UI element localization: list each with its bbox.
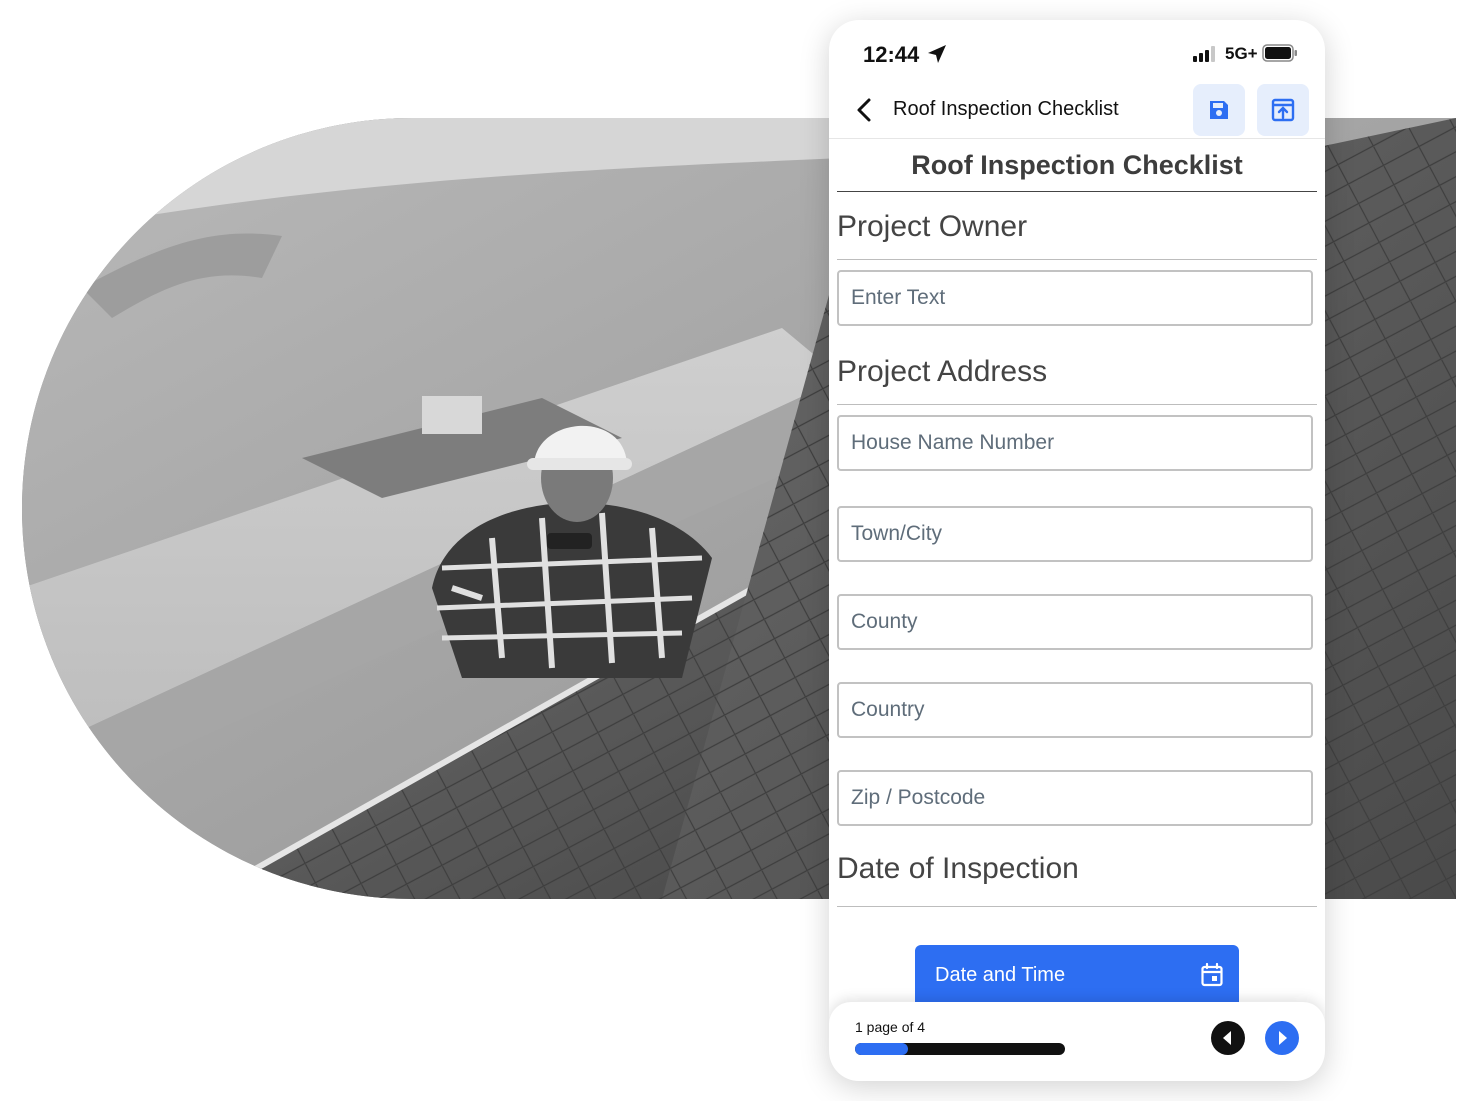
chevron-left-icon: [857, 98, 871, 122]
app-bar-divider: [829, 138, 1325, 139]
page-progress-fill: [855, 1043, 908, 1055]
back-button[interactable]: [853, 96, 877, 124]
date-time-button[interactable]: Date and Time: [915, 945, 1239, 1005]
zip-postcode-input[interactable]: [837, 770, 1313, 826]
circle-arrow-left-icon: [1223, 1031, 1231, 1045]
app-bar: Roof Inspection Checklist: [829, 82, 1325, 138]
status-bar: 12:44 5G+: [829, 20, 1325, 90]
previous-page-button[interactable]: [1211, 1021, 1245, 1055]
export-button[interactable]: [1257, 84, 1309, 136]
location-arrow-icon: [927, 44, 947, 69]
circle-arrow-right-icon: [1279, 1031, 1287, 1045]
section-divider: [837, 404, 1317, 405]
county-input[interactable]: [837, 594, 1313, 650]
save-button[interactable]: [1193, 84, 1245, 136]
phone-screen: 12:44 5G+ Roof Inspection Checklist Roof…: [829, 20, 1325, 1081]
calendar-icon: [1201, 962, 1223, 993]
app-bar-title: Roof Inspection Checklist: [893, 98, 1119, 120]
page-indicator: 1 page of 4: [855, 1019, 926, 1035]
pager-bar: 1 page of 4: [829, 1002, 1325, 1081]
section-project-owner: Project Owner: [837, 210, 1028, 243]
export-icon: [1271, 98, 1295, 122]
date-time-button-label: Date and Time: [935, 963, 1066, 986]
network-label: 5G+: [1225, 44, 1258, 63]
signal-bars-icon: [1193, 46, 1219, 67]
section-project-address: Project Address: [837, 355, 1048, 388]
house-name-number-input[interactable]: [837, 415, 1313, 471]
page-progress-bar: [855, 1043, 1065, 1055]
battery-icon: [1262, 44, 1298, 67]
country-input[interactable]: [837, 682, 1313, 738]
form-title: Roof Inspection Checklist: [911, 150, 1243, 180]
status-time: 12:44: [863, 42, 920, 67]
next-page-button[interactable]: [1265, 1021, 1299, 1055]
section-divider: [837, 906, 1317, 907]
section-date-of-inspection: Date of Inspection: [837, 852, 1079, 885]
town-city-input[interactable]: [837, 506, 1313, 562]
floppy-disk-icon: [1210, 101, 1228, 119]
section-divider: [837, 259, 1317, 260]
project-owner-input[interactable]: [837, 270, 1313, 326]
form-title-divider: [837, 191, 1317, 192]
